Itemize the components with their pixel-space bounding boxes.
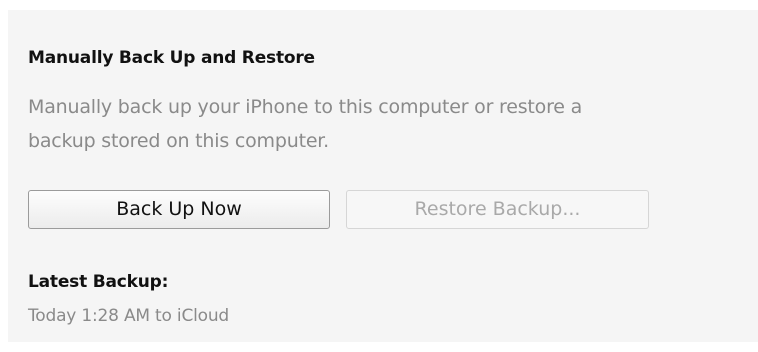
description-line-2: backup stored on this computer. [28,130,330,152]
restore-backup-button[interactable]: Restore Backup... [346,190,649,229]
section-description: Manually back up your iPhone to this com… [28,90,582,158]
description-line-1: Manually back up your iPhone to this com… [28,96,583,118]
latest-backup-label: Latest Backup: [28,272,169,292]
section-title: Manually Back Up and Restore [28,48,315,68]
manual-backup-panel: Manually Back Up and Restore Manually ba… [8,10,758,342]
back-up-now-button[interactable]: Back Up Now [28,190,330,229]
latest-backup-value: Today 1:28 AM to iCloud [28,306,230,326]
